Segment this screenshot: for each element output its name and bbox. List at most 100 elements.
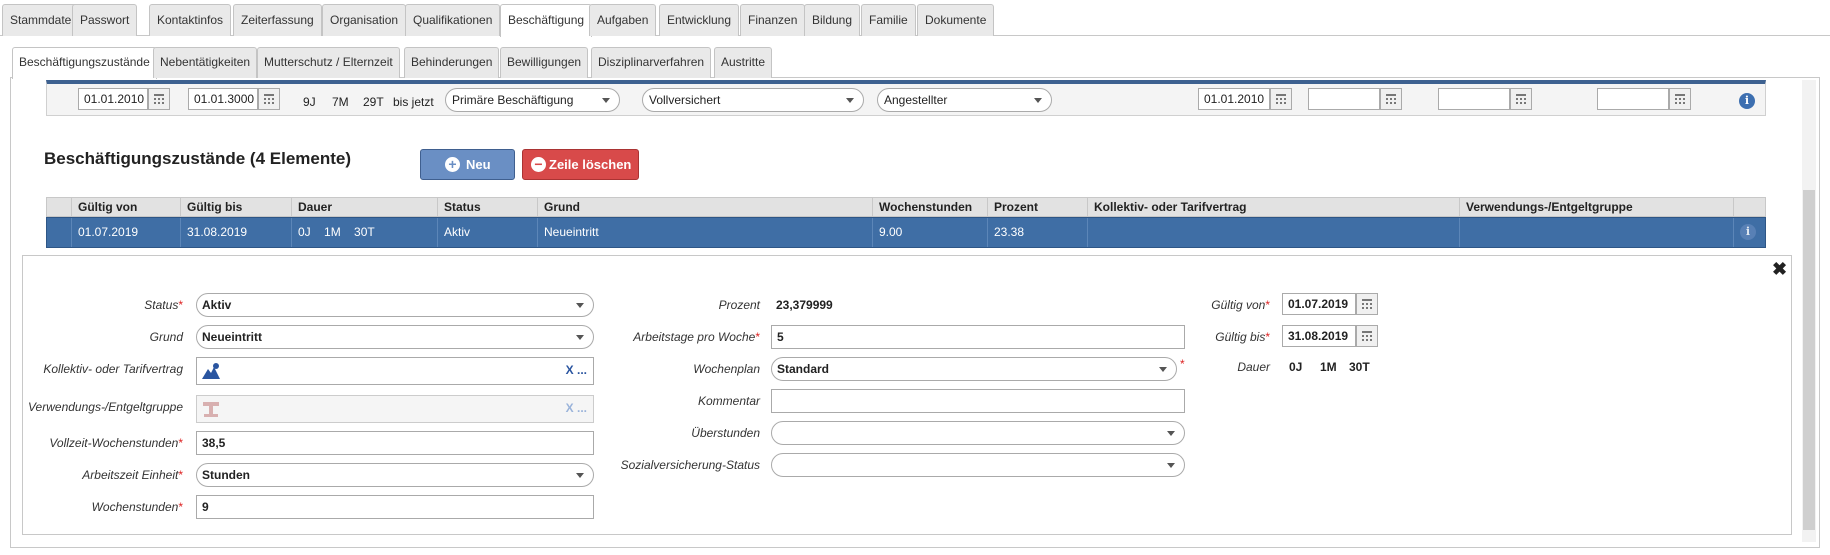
table-header: Gültig von Gültig bis Dauer Status Grund… <box>46 197 1766 218</box>
chevron-down-icon <box>1159 367 1167 372</box>
col-gueltig-von[interactable]: Gültig von <box>71 198 137 218</box>
cell-duration: 0J 1M 30T <box>291 218 437 247</box>
col-dauer[interactable]: Dauer <box>291 198 332 218</box>
delete-row-button[interactable]: − Zeile löschen <box>522 149 639 180</box>
cell-percent: 23.38 <box>987 218 1024 247</box>
chevron-down-icon <box>1167 431 1175 436</box>
kommentar-label: Kommentar <box>697 394 760 408</box>
employee-type-select[interactable]: Angestellter <box>877 88 1052 112</box>
chevron-down-icon <box>576 303 584 308</box>
col-grund[interactable]: Grund <box>537 198 580 218</box>
tab-kontaktinfos[interactable]: Kontaktinfos <box>149 4 232 36</box>
info-icon[interactable]: i <box>1740 224 1756 240</box>
einheit-select[interactable]: Stunden <box>196 463 594 487</box>
kommentar-input[interactable] <box>771 389 1185 413</box>
tab-behinderungen[interactable]: Behinderungen <box>404 47 500 78</box>
col-status[interactable]: Status <box>437 198 481 218</box>
col-wochenstunden[interactable]: Wochenstunden <box>872 198 972 218</box>
tab-beschaeftigung[interactable]: Beschäftigung <box>500 4 593 37</box>
chevron-down-icon <box>1167 463 1175 468</box>
sozialversicherung-label: Sozialversicherung-Status <box>620 458 760 472</box>
col-prozent[interactable]: Prozent <box>987 198 1038 218</box>
main-tab-bar: Stammdaten Passwort Kontaktinfos Zeiterf… <box>0 0 1830 37</box>
info-icon[interactable]: i <box>1739 93 1755 109</box>
sub-tab-bar: Beschäftigungszustände Nebentätigkeiten … <box>10 44 1820 79</box>
vollzeit-label: Vollzeit-Wochenstunden* <box>49 436 183 450</box>
tab-entwicklung[interactable]: Entwicklung <box>659 4 740 36</box>
insurance-select[interactable]: Vollversichert <box>642 88 864 112</box>
wochenplan-required: * <box>1180 357 1185 371</box>
tarifvertrag-lookup[interactable]: X ... <box>196 357 594 385</box>
gueltig-von-input[interactable]: 01.07.2019 <box>1282 293 1356 315</box>
row-duration-months: 7M <box>332 95 349 109</box>
contract-lookup-icon <box>200 361 222 381</box>
chevron-down-icon <box>576 335 584 340</box>
row-date-3[interactable] <box>1308 88 1380 110</box>
calendar-icon[interactable] <box>1510 88 1532 110</box>
tab-familie[interactable]: Familie <box>861 4 916 36</box>
einheit-value: Stunden <box>202 468 250 482</box>
gueltig-bis-label: Gültig bis* <box>1215 330 1270 344</box>
ueberstunden-select[interactable] <box>771 421 1185 445</box>
col-tarifvertrag[interactable]: Kollektiv- oder Tarifvertrag <box>1087 198 1246 218</box>
dauer-months: 1M <box>1320 360 1337 374</box>
tab-dokumente[interactable]: Dokumente <box>917 4 995 36</box>
row-date-5[interactable] <box>1597 88 1669 110</box>
cell-duration-years: 0J <box>298 225 311 239</box>
tab-passwort[interactable]: Passwort <box>72 4 138 36</box>
chevron-down-icon <box>846 98 854 103</box>
tab-mutterschutz-elternzeit[interactable]: Mutterschutz / Elternzeit <box>257 47 400 78</box>
tab-disziplinarverfahren[interactable]: Disziplinarverfahren <box>591 47 712 78</box>
employee-type-value: Angestellter <box>884 93 948 107</box>
calendar-icon[interactable] <box>1380 88 1402 110</box>
tab-beschaeftigungszustaende[interactable]: Beschäftigungszustände <box>12 47 157 79</box>
tab-zeiterfassung[interactable]: Zeiterfassung <box>233 4 322 36</box>
tab-bewilligungen[interactable]: Bewilligungen <box>500 47 589 78</box>
new-button[interactable]: + Neu <box>420 149 515 180</box>
wochenstunden-label: Wochenstunden* <box>91 500 183 514</box>
row-date-4[interactable] <box>1438 88 1510 110</box>
tab-bildung[interactable]: Bildung <box>804 4 861 36</box>
calendar-icon[interactable] <box>1356 325 1378 347</box>
tab-finanzen[interactable]: Finanzen <box>740 4 806 36</box>
tab-aufgaben[interactable]: Aufgaben <box>589 4 657 36</box>
calendar-icon[interactable] <box>148 88 170 110</box>
sozialversicherung-select[interactable] <box>771 453 1185 477</box>
tab-organisation[interactable]: Organisation <box>322 4 407 36</box>
gueltig-bis-input[interactable]: 31.08.2019 <box>1282 325 1356 347</box>
arbeitstage-input[interactable]: 5 <box>771 325 1185 349</box>
tab-qualifikationen[interactable]: Qualifikationen <box>405 4 501 36</box>
employment-type-select[interactable]: Primäre Beschäftigung <box>445 88 620 112</box>
row-date-2[interactable]: 01.01.2010 <box>1198 88 1270 110</box>
plus-circle-icon: + <box>445 157 460 172</box>
section-title: Beschäftigungszustände (4 Elemente) <box>44 149 352 168</box>
grund-select[interactable]: Neueintritt <box>196 325 594 349</box>
vollzeit-input[interactable]: 38,5 <box>196 431 594 455</box>
scrollbar-thumb[interactable] <box>1803 190 1815 530</box>
clear-lookup-button[interactable]: X ... <box>566 363 587 377</box>
grund-label: Grund <box>149 330 183 344</box>
status-select[interactable]: Aktiv <box>196 293 594 317</box>
row-to-date[interactable]: 01.01.3000 <box>188 88 258 110</box>
calendar-icon[interactable] <box>1356 293 1378 315</box>
status-value: Aktiv <box>202 298 232 312</box>
entgeltgruppe-lookup[interactable]: X ... <box>196 395 594 423</box>
wochenstunden-input[interactable]: 9 <box>196 495 594 519</box>
col-gueltig-bis[interactable]: Gültig bis <box>180 198 242 218</box>
calendar-icon[interactable] <box>1669 88 1691 110</box>
close-icon[interactable]: ✖ <box>1772 259 1787 280</box>
tab-austritte[interactable]: Austritte <box>714 47 773 78</box>
cell-duration-days: 30T <box>354 225 375 239</box>
clear-lookup-button[interactable]: X ... <box>566 401 587 415</box>
cell-duration-months: 1M <box>324 225 341 239</box>
row-from-date[interactable]: 01.01.2010 <box>78 88 148 110</box>
cell-group <box>1459 218 1466 247</box>
grund-value: Neueintritt <box>202 330 262 344</box>
calendar-icon[interactable] <box>258 88 280 110</box>
tab-nebentaetigkeiten[interactable]: Nebentätigkeiten <box>153 47 258 78</box>
calendar-icon[interactable] <box>1270 88 1292 110</box>
dauer-label: Dauer <box>1237 360 1270 374</box>
wochenplan-select[interactable]: Standard <box>771 357 1177 381</box>
table-row[interactable]: 01.07.2019 31.08.2019 0J 1M 30T Aktiv Ne… <box>46 217 1766 248</box>
col-entgeltgruppe[interactable]: Verwendungs-/Entgeltgruppe <box>1459 198 1633 218</box>
